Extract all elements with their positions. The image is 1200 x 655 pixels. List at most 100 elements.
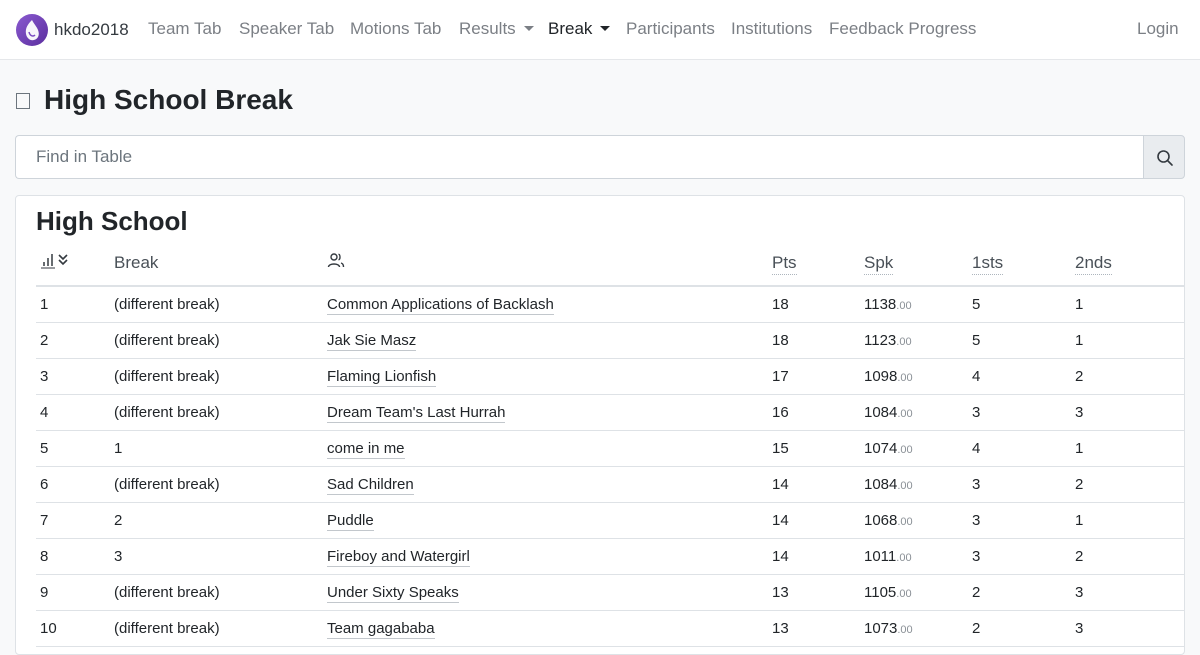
- seconds-column-header[interactable]: 2nds: [1071, 240, 1184, 287]
- nav-motions-tab[interactable]: Motions Tab: [350, 19, 441, 39]
- team-cell: Common Applications of Backlash: [323, 286, 768, 323]
- team-link[interactable]: Puddle: [327, 512, 374, 531]
- brand-link[interactable]: hkdo2018: [16, 14, 129, 46]
- spk-column-header[interactable]: Spk: [860, 240, 968, 287]
- spk-decimal: .00: [897, 408, 913, 420]
- seconds-cell: 2: [1071, 538, 1184, 575]
- file-icon: [16, 93, 30, 109]
- firsts-cell: 4: [968, 430, 1071, 467]
- team-link[interactable]: Common Applications of Backlash: [327, 296, 554, 315]
- team-link[interactable]: Jak Sie Masz: [327, 332, 417, 351]
- team-cell: Fireboy and Watergirl: [323, 538, 768, 575]
- firsts-cell: 4: [968, 358, 1071, 395]
- table-row: 9 (different break) Under Sixty Speaks 13 11…: [36, 574, 1184, 611]
- team-cell: Puddle: [323, 502, 768, 539]
- spk-value: 1073: [864, 620, 898, 637]
- team-link[interactable]: Sad Children: [327, 476, 414, 495]
- nav-break-label: Break: [548, 19, 593, 38]
- break-cell: 1: [110, 430, 323, 467]
- team-link[interactable]: Under Sixty Speaks: [327, 584, 459, 603]
- team-cell: Jak Sie Masz: [323, 322, 768, 359]
- break-cell: 2: [110, 502, 323, 539]
- rank-cell: 8: [36, 538, 110, 575]
- spk-decimal: .00: [896, 336, 912, 348]
- spk-decimal: .00: [897, 372, 913, 384]
- top-navbar: hkdo2018 Team Tab Speaker Tab Motions Ta…: [0, 0, 1200, 60]
- rank-column-header[interactable]: [36, 240, 110, 287]
- pts-column-header[interactable]: Pts: [768, 240, 860, 287]
- break-column-header[interactable]: Break: [110, 240, 323, 287]
- table-row: 4 (different break) Dream Team's Last Hurr…: [36, 394, 1184, 431]
- spk-value: 1074: [864, 440, 898, 457]
- nav-speaker-tab[interactable]: Speaker Tab: [239, 19, 334, 39]
- team-link[interactable]: Flaming Lionfish: [327, 368, 437, 387]
- break-cell: (different break): [110, 322, 323, 359]
- pts-cell: 18: [768, 286, 860, 323]
- table-row: 10 (different break) Team gagababa 13 1073.0…: [36, 610, 1184, 647]
- nav-institutions[interactable]: Institutions: [731, 19, 812, 39]
- table-row: 5 1 come in me 15 1074.00 4 1: [36, 430, 1184, 467]
- team-column-header[interactable]: [323, 240, 768, 287]
- brand-name: hkdo2018: [54, 20, 129, 39]
- seconds-cell: 1: [1071, 286, 1184, 323]
- search-input[interactable]: [15, 135, 1144, 179]
- rank-cell: 7: [36, 502, 110, 539]
- spk-value: 1068: [864, 512, 898, 529]
- spk-cell: 1011.00: [860, 538, 968, 575]
- team-cell: Sad Children: [323, 466, 768, 503]
- break-cell: (different break): [110, 286, 323, 323]
- spk-decimal: .00: [897, 444, 913, 456]
- table-header-row: Break Pts Spk 1sts 2nds: [36, 240, 1184, 287]
- spk-cell: 1138.00: [860, 286, 968, 323]
- pts-header-label: Pts: [772, 252, 797, 275]
- break-cell: (different break): [110, 574, 323, 611]
- pts-cell: 16: [768, 394, 860, 431]
- break-table: Break Pts Spk 1sts 2nds 1 (different brea…: [36, 240, 1184, 647]
- nav-results-label: Results: [459, 19, 516, 38]
- spk-value: 1098: [864, 368, 898, 385]
- users-icon: [327, 253, 345, 268]
- nav-participants[interactable]: Participants: [626, 19, 715, 39]
- firsts-cell: 3: [968, 394, 1071, 431]
- firsts-cell: 2: [968, 574, 1071, 611]
- table-row: 1 (different break) Common Applications of…: [36, 286, 1184, 323]
- nav-team-tab[interactable]: Team Tab: [148, 19, 221, 39]
- chevron-down-icon: [523, 25, 534, 31]
- team-link[interactable]: come in me: [327, 440, 405, 459]
- firsts-cell: 3: [968, 502, 1071, 539]
- break-cell: (different break): [110, 358, 323, 395]
- rank-sort-icon: [41, 254, 68, 269]
- firsts-cell: 5: [968, 322, 1071, 359]
- pts-cell: 17: [768, 358, 860, 395]
- nav-break-dropdown[interactable]: Break: [548, 19, 611, 39]
- spk-value: 1011: [864, 548, 897, 565]
- spk-decimal: .00: [897, 480, 913, 492]
- spk-cell: 1105.00: [860, 574, 968, 611]
- spk-value: 1084: [864, 476, 898, 493]
- break-cell: (different break): [110, 394, 323, 431]
- search-icon: [1157, 150, 1173, 166]
- pts-cell: 14: [768, 466, 860, 503]
- firsts-cell: 3: [968, 538, 1071, 575]
- seconds-cell: 2: [1071, 358, 1184, 395]
- team-link[interactable]: Fireboy and Watergirl: [327, 548, 470, 567]
- search-button[interactable]: [1143, 135, 1185, 179]
- pts-cell: 14: [768, 502, 860, 539]
- table-row: 8 3 Fireboy and Watergirl 14 1011.00 3 2: [36, 538, 1184, 575]
- team-link[interactable]: Dream Team's Last Hurrah: [327, 404, 506, 423]
- firsts-column-header[interactable]: 1sts: [968, 240, 1071, 287]
- nav-results-dropdown[interactable]: Results: [459, 19, 534, 39]
- nav-feedback-progress[interactable]: Feedback Progress: [829, 19, 976, 39]
- pts-cell: 13: [768, 610, 860, 647]
- spk-cell: 1098.00: [860, 358, 968, 395]
- seconds-cell: 3: [1071, 574, 1184, 611]
- seconds-cell: 1: [1071, 322, 1184, 359]
- rank-cell: 9: [36, 574, 110, 611]
- pts-cell: 14: [768, 538, 860, 575]
- firsts-cell: 5: [968, 286, 1071, 323]
- spk-decimal: .00: [897, 516, 913, 528]
- spk-value: 1123: [864, 332, 897, 349]
- login-link[interactable]: Login: [1137, 19, 1179, 39]
- seconds-cell: 1: [1071, 502, 1184, 539]
- tabbycat-logo-icon: [16, 14, 48, 46]
